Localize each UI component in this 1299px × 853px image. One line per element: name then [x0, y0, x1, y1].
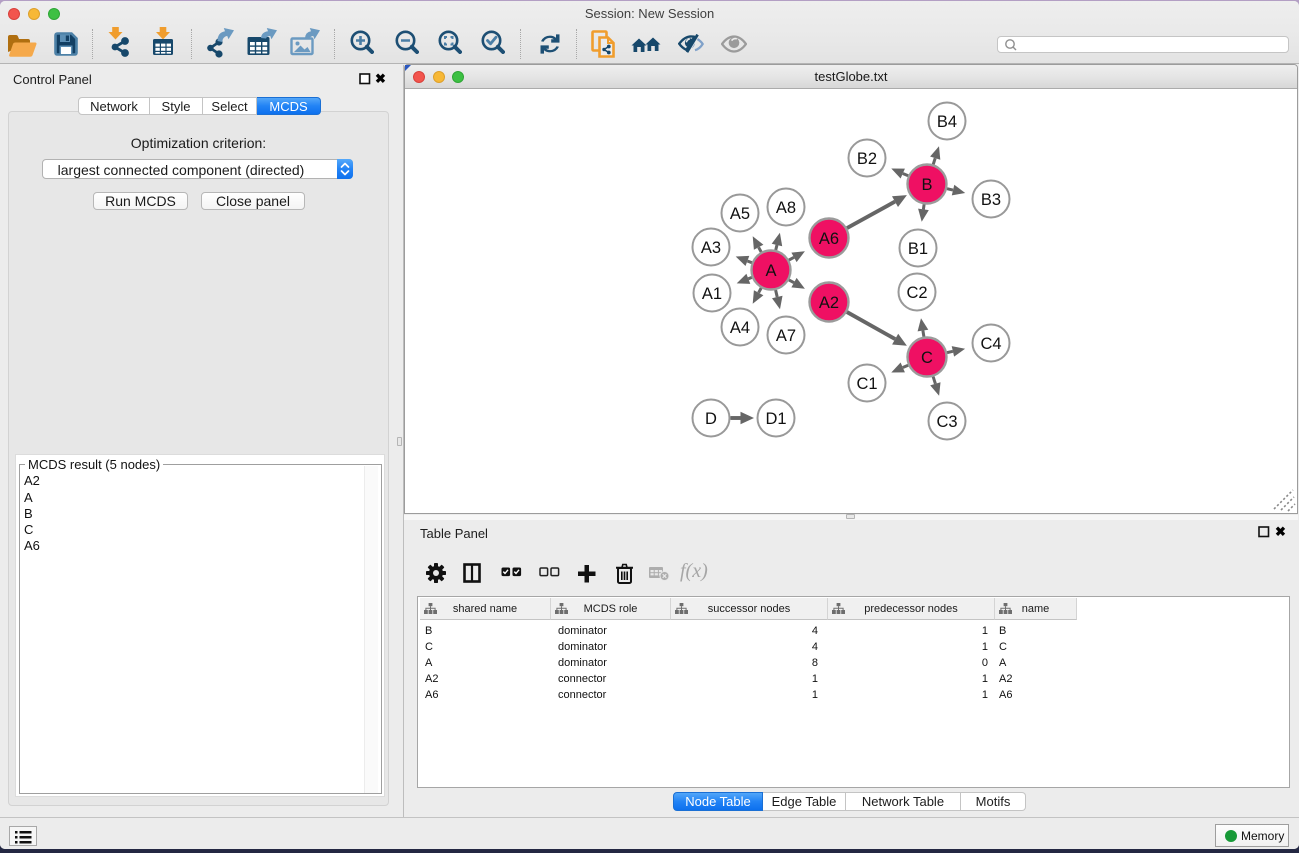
svg-text:C3: C3: [936, 413, 957, 431]
svg-text:A2: A2: [819, 294, 839, 312]
svg-text:D: D: [705, 410, 717, 428]
svg-text:C2: C2: [906, 284, 927, 302]
svg-text:A6: A6: [819, 230, 839, 248]
svg-text:B3: B3: [981, 191, 1001, 209]
svg-text:A5: A5: [730, 205, 750, 223]
svg-text:C: C: [921, 349, 933, 367]
svg-text:C1: C1: [856, 375, 877, 393]
svg-text:B2: B2: [857, 150, 877, 168]
svg-text:A3: A3: [701, 239, 721, 257]
svg-text:D1: D1: [765, 410, 786, 428]
svg-text:B4: B4: [937, 113, 957, 131]
svg-text:A8: A8: [776, 199, 796, 217]
svg-text:A: A: [765, 262, 776, 280]
svg-text:B: B: [921, 176, 932, 194]
svg-text:B1: B1: [908, 240, 928, 258]
svg-text:C4: C4: [980, 335, 1001, 353]
svg-text:A4: A4: [730, 319, 750, 337]
svg-text:A1: A1: [702, 285, 722, 303]
svg-text:A7: A7: [776, 327, 796, 345]
